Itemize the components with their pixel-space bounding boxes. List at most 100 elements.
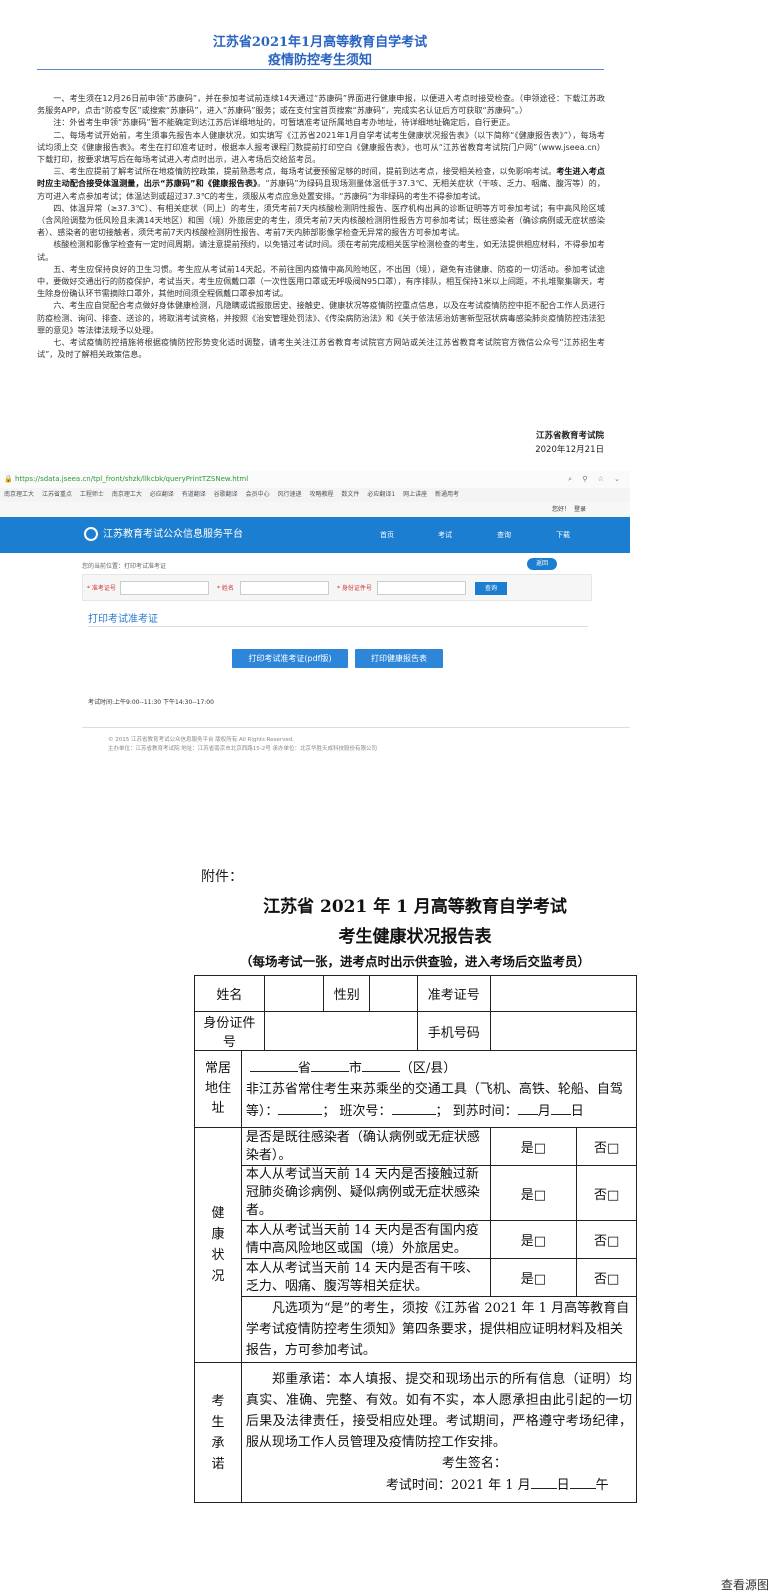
exam-no-label: * 准考证号: [87, 585, 116, 592]
site-logo-icon: [84, 527, 98, 541]
question-1-no[interactable]: 否□: [576, 1127, 637, 1166]
url-text[interactable]: https://sdata.jseea.cn/tpl_front/shzk/ll…: [15, 471, 248, 488]
attachment-label: 附件：: [201, 869, 243, 885]
question-3: 本人从考试当天前 14 天内是否有国内疫情中高风险地区或国（境）外旅居史。: [240, 1220, 491, 1259]
notice-body: 一、考生须在12月26日前申领“苏康码”，并在参加考试前连续14天通过“苏康码”…: [37, 92, 605, 360]
query-button[interactable]: 查询: [475, 582, 507, 595]
question-2-no[interactable]: 否□: [576, 1165, 637, 1221]
print-ticket-button[interactable]: 打印考试准考证(pdf版): [232, 649, 348, 668]
id-label-cell: 身份证件号: [194, 1011, 265, 1051]
query-form: * 准考证号 * 姓名 * 身份证件号 查询: [82, 574, 592, 601]
greeting: 您好！: [551, 506, 570, 513]
city-blank[interactable]: [310, 1057, 349, 1072]
health-report-table: 姓名 性别 准考证号 身份证件号 手机号码 常居地住址 省市（区/县） 非江苏省…: [194, 975, 638, 1503]
question-4-yes[interactable]: 是□: [489, 1258, 578, 1297]
form-subtitle: （每场考试一张，进考点时出示供查验，进入考场后交监考员）: [239, 954, 590, 969]
bookmark-item[interactable]: 风行速递: [278, 491, 302, 498]
question-2: 本人从考试当天前 14 天内是否接触过新冠肺炎确诊病例、疑似病例或无症状感染者。: [240, 1165, 491, 1221]
exam-time-text: 考试时间:上午9:00--11:30 下午14:30--17:00: [88, 699, 214, 706]
id-input[interactable]: [377, 581, 466, 595]
notice-para-4: 四、体温异常（≥37.3℃）、有相关症状（同上）的考生，须凭考前7天内核酸检测阴…: [37, 202, 605, 238]
notice-para-note: 注：外省考生申领“苏康码”暂不能确定到达江苏后详细地址的，可暂填准考证所属地自考…: [53, 117, 515, 128]
month-label: 月: [537, 1103, 551, 1119]
exam-half-day-label: 午: [595, 1478, 609, 1493]
bookmark-item[interactable]: 南京理工大: [112, 491, 142, 498]
site-header: 江苏教育考试公众信息服务平台 首页 考试 查询 下载: [0, 517, 630, 553]
browser-window: 🔒 https://sdata.jseea.cn/tpl_front/shzk/…: [0, 471, 630, 756]
province-label: 省: [297, 1060, 311, 1076]
exam-day-label: 日: [556, 1478, 570, 1493]
address-value-cell[interactable]: 省市（区/县） 非江苏省常住考生来苏乘坐的交通工具（飞机、高铁、轮船、自驾等）：…: [240, 1050, 638, 1128]
exam-half-day-blank[interactable]: [569, 1474, 596, 1489]
bookmark-item[interactable]: 网上讲座: [403, 491, 427, 498]
province-blank[interactable]: [249, 1057, 298, 1072]
city-label: 市: [348, 1060, 362, 1076]
bookmark-item[interactable]: 有道翻译: [182, 491, 206, 498]
nav-download[interactable]: 下载: [556, 528, 570, 542]
question-3-no[interactable]: 否□: [576, 1220, 637, 1259]
name-input[interactable]: [240, 581, 329, 595]
exam-no-label-cell: 准考证号: [416, 975, 491, 1012]
nav-home[interactable]: 首页: [380, 528, 394, 542]
bookmark-item[interactable]: 攻略教程: [309, 491, 333, 498]
form-title-line2: 考生健康状况报告表: [338, 927, 492, 947]
day-label: 日: [570, 1103, 584, 1119]
gender-value-cell[interactable]: [369, 975, 418, 1012]
browser-toolbar-icons[interactable]: ⌕ ⚲ ☆ ⌄: [568, 471, 624, 488]
exam-no-input[interactable]: [120, 581, 209, 595]
notice-para-1: 一、考生须在12月26日前申领“苏康码”，并在参加考试前连续14天通过“苏康码”…: [37, 93, 605, 116]
phone-value-cell[interactable]: [489, 1011, 638, 1051]
exam-time-line: 考试时间：2021 年 1 月 日 午: [246, 1474, 632, 1496]
title-divider: [88, 626, 588, 627]
bookmarks-bar: 南京理工大 江苏省重点 工程师士 南京理工大 必应翻译 有道翻译 谷歌翻译 会员…: [0, 488, 630, 503]
day-blank[interactable]: [550, 1100, 571, 1115]
district-blank[interactable]: [361, 1057, 400, 1072]
question-1-yes[interactable]: 是□: [489, 1127, 578, 1166]
id-value-cell[interactable]: [263, 1011, 418, 1051]
bookmark-item[interactable]: 必应翻译1: [367, 491, 395, 498]
question-3-yes[interactable]: 是□: [489, 1220, 578, 1259]
secure-lock-icon: 🔒: [4, 475, 13, 483]
bookmark-item[interactable]: 新通用考: [435, 491, 459, 498]
phone-label-cell: 手机号码: [416, 1011, 491, 1051]
address-bar[interactable]: 🔒 https://sdata.jseea.cn/tpl_front/shzk/…: [0, 471, 630, 489]
district-label: （区/县）: [399, 1060, 457, 1076]
gender-label-cell: 性别: [323, 975, 371, 1012]
address-label-cell: 常居地住址: [194, 1050, 242, 1128]
shift-blank[interactable]: [391, 1100, 436, 1115]
transport-blank[interactable]: [278, 1100, 323, 1115]
bookmark-item[interactable]: 工程师士: [80, 491, 104, 498]
health-note: 凡选项为“是”的考生，须按《江苏省 2021 年 1 月高等教育自学考试疫情防控…: [240, 1296, 638, 1363]
notice-para-3a: 三、考生应提前了解考试所在地疫情防控政策，提前熟悉考点，每场考试要预留足够的时间…: [53, 166, 557, 177]
notice-issuer: 江苏省教育考试院: [535, 431, 604, 441]
exam-no-value-cell[interactable]: [489, 975, 638, 1012]
footer-organizer: 主办单位：江苏省教育考试院 地址：江苏省南京市北京西路15-2号 承办单位：北京…: [108, 746, 377, 752]
pledge-text: 郑重承诺：本人填报、提交和现场出示的所有信息（证明）均真实、准确、完整、有效。如…: [245, 1372, 632, 1450]
question-4-no[interactable]: 否□: [576, 1258, 637, 1297]
bookmark-item[interactable]: 数文件: [341, 491, 359, 498]
back-button[interactable]: 返回: [527, 558, 557, 570]
bookmark-item[interactable]: 南京理工大: [4, 491, 34, 498]
exam-day-blank[interactable]: [530, 1474, 557, 1489]
login-link[interactable]: 登录: [574, 502, 586, 517]
notice-title-line2: 疫情防控考生须知: [267, 53, 372, 68]
month-blank[interactable]: [517, 1100, 538, 1115]
bookmark-item[interactable]: 江苏省重点: [42, 491, 72, 498]
nav-query[interactable]: 查询: [497, 528, 511, 542]
notice-para-7: 七、考试疫情防控措施将根据疫情防控形势变化适时调整，请考生关注江苏省教育考试院官…: [37, 337, 605, 360]
bookmark-item[interactable]: 谷歌翻译: [214, 491, 238, 498]
question-2-yes[interactable]: 是□: [489, 1165, 578, 1221]
notice-title-line1: 江苏省2021年1月高等教育自学考试: [212, 35, 428, 50]
notice-para-2: 二、每场考试开始前，考生须事先报告本人健康状况，如实填写《江苏省2021年1月自…: [37, 129, 605, 165]
nav-exam[interactable]: 考试: [438, 528, 452, 542]
question-4: 本人从考试当天前 14 天内是否有干咳、乏力、咽痛、腹泻等相关症状。: [240, 1258, 491, 1297]
bookmark-item[interactable]: 必应翻译: [150, 491, 174, 498]
view-source-link[interactable]: 查看源图: [721, 1576, 769, 1593]
notice-date: 2020年12月21日: [535, 445, 604, 455]
notice-para-3: 三、考生应提前了解考试所在地疫情防控政策，提前熟悉考点，每场考试要预留足够的时间…: [37, 165, 605, 202]
print-health-form-button[interactable]: 打印健康报告表: [355, 649, 443, 668]
name-value-cell[interactable]: [263, 975, 325, 1012]
pledge-cell: 郑重承诺：本人填报、提交和现场出示的所有信息（证明）均真实、准确、完整、有效。如…: [240, 1362, 638, 1503]
bookmark-item[interactable]: 会员中心: [246, 491, 270, 498]
name-label-cell: 姓名: [194, 975, 265, 1012]
